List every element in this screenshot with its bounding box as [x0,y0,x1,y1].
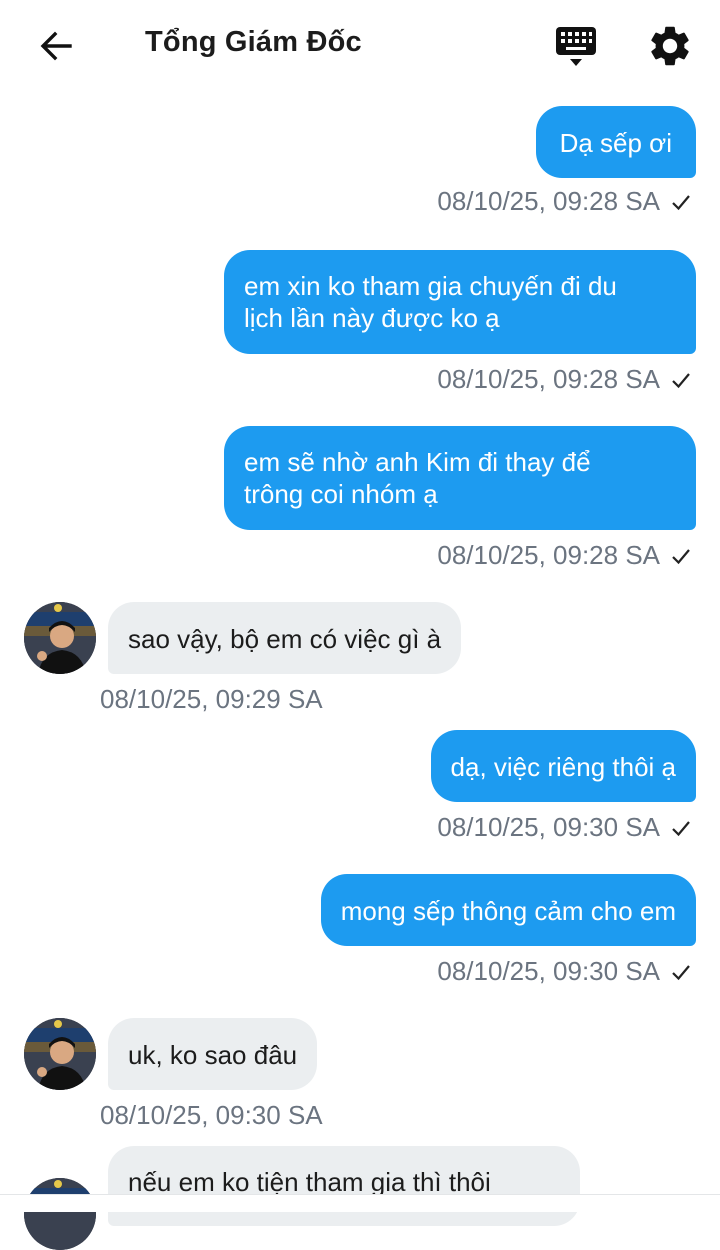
message-bubble-outgoing[interactable]: dạ, việc riêng thôi ạ [430,730,696,802]
timestamp-text: 08/10/25, 09:30 SA [437,956,660,986]
message-text: mong sếp thông cảm cho em [340,896,676,926]
avatar-image [24,1018,96,1090]
check-icon [672,373,690,389]
message-timestamp: 08/10/25, 09:30 SA [100,1100,323,1131]
avatar[interactable] [24,1178,96,1250]
message-text: sao vậy, bộ em có việc gì à [128,624,442,654]
timestamp-text: 08/10/25, 09:29 SA [100,684,323,714]
message-bubble-outgoing[interactable]: mong sếp thông cảm cho em [320,874,696,946]
message-bubble-incoming[interactable]: nếu em ko tiện tham gia thì thôi [108,1146,580,1226]
message-text: uk, ko sao đâu [128,1040,298,1070]
avatar-image [24,1178,96,1250]
message-text: nếu em ko tiện tham gia thì thôi [128,1167,491,1197]
message-text-line: trông coi nhóm ạ [244,479,438,509]
keyboard-toggle-button[interactable] [550,22,604,72]
message-bubble-outgoing[interactable]: Dạ sếp ơi [535,106,696,178]
message-text: dạ, việc riêng thôi ạ [450,752,676,782]
message-text-line: lịch lần này được ko ạ [244,303,500,333]
message-timestamp: 08/10/25, 09:29 SA [100,684,323,715]
chat-header: Tổng Giám Đốc [0,0,720,92]
message-timestamp: 08/10/25, 09:28 SA [437,540,692,571]
message-timestamp: 08/10/25, 09:30 SA [437,956,692,987]
check-icon [672,549,690,565]
message-timestamp: 08/10/25, 09:30 SA [437,812,692,843]
check-icon [672,821,690,837]
message-bubble-outgoing[interactable]: em xin ko tham gia chuyến đi du lịch lần… [224,250,696,354]
keyboard-icon [556,27,596,66]
message-timestamp: 08/10/25, 09:28 SA [437,364,692,395]
avatar[interactable] [24,1018,96,1090]
message-text-line: em xin ko tham gia chuyến đi du [244,271,617,301]
gear-icon [651,26,689,66]
avatar-image [24,602,96,674]
arrow-left-icon [40,31,72,61]
back-button[interactable] [30,24,82,68]
avatar[interactable] [24,602,96,674]
timestamp-text: 08/10/25, 09:30 SA [437,812,660,842]
timestamp-text: 08/10/25, 09:28 SA [437,540,660,570]
check-icon [672,965,690,981]
message-timestamp: 08/10/25, 09:28 SA [437,186,692,217]
message-text: Dạ sếp ơi [559,128,672,158]
composer-area [0,1195,720,1212]
check-icon [672,195,690,211]
message-bubble-incoming[interactable]: sao vậy, bộ em có việc gì à [108,602,462,674]
timestamp-text: 08/10/25, 09:28 SA [437,364,660,394]
message-text-line: em sẽ nhờ anh Kim đi thay để [244,447,591,477]
settings-button[interactable] [646,22,698,70]
message-bubble-incoming[interactable]: uk, ko sao đâu [108,1018,318,1090]
timestamp-text: 08/10/25, 09:28 SA [437,186,660,216]
message-bubble-outgoing[interactable]: em sẽ nhờ anh Kim đi thay để trông coi n… [224,426,696,530]
timestamp-text: 08/10/25, 09:30 SA [100,1100,323,1130]
chat-title: Tổng Giám Đốc [145,26,362,58]
